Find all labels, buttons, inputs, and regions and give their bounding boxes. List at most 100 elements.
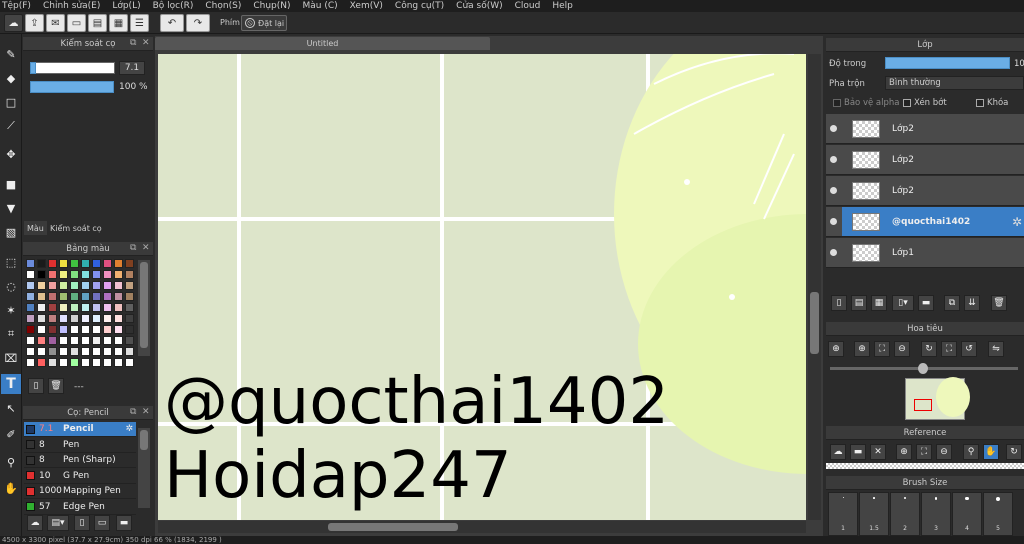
palette-swatch[interactable] [103, 347, 112, 356]
layer-row[interactable]: Lớp2 [826, 145, 1024, 175]
navigator-preview[interactable] [905, 377, 970, 420]
rotate-icon[interactable]: ↻ [1006, 444, 1022, 460]
palette-swatch[interactable] [37, 270, 46, 279]
brush-size-cell[interactable]: 2 [890, 492, 920, 536]
palette-swatch[interactable] [103, 270, 112, 279]
palette-swatch[interactable] [114, 314, 123, 323]
palette-swatch[interactable] [59, 314, 68, 323]
menu-item[interactable]: Chụp(N) [253, 1, 290, 11]
palette-swatch[interactable] [26, 303, 35, 312]
brush-size-cell[interactable]: 3 [921, 492, 951, 536]
eyedropper-icon[interactable]: ⚲ [1, 452, 21, 472]
palette-swatch[interactable] [125, 358, 134, 367]
document-icon[interactable]: ▤ [88, 14, 107, 32]
hand-icon[interactable]: ✋ [1, 478, 21, 498]
menu-item[interactable]: Xem(V) [350, 1, 383, 11]
palette-swatch[interactable] [103, 358, 112, 367]
move-icon[interactable]: ✥ [1, 144, 21, 164]
gradient-icon[interactable]: ▧ [1, 222, 21, 242]
palette-swatch[interactable] [37, 314, 46, 323]
palette-swatch[interactable] [92, 259, 101, 268]
palette-swatch[interactable] [92, 303, 101, 312]
layer-opacity-slider[interactable] [885, 57, 1010, 69]
operation-icon[interactable]: ↖ [1, 398, 21, 418]
zoom-out-icon[interactable]: ⊖ [936, 444, 952, 460]
shape-icon[interactable]: □ [1, 92, 21, 112]
fit-screen-icon[interactable]: ⛶ [941, 341, 957, 357]
palette-swatch[interactable] [26, 347, 35, 356]
hand-icon[interactable]: ✋ [983, 444, 999, 460]
palette-swatch[interactable] [125, 347, 134, 356]
cloud-brush-icon[interactable]: ☁ [27, 515, 43, 531]
cloud-icon[interactable]: ☁ [4, 14, 23, 32]
palette-swatch[interactable] [48, 347, 57, 356]
brush-item[interactable]: 57 Edge Pen [24, 500, 136, 515]
palette-swatch[interactable] [125, 259, 134, 268]
palette-swatch[interactable] [81, 325, 90, 334]
palette-swatch[interactable] [103, 336, 112, 345]
brush-size-cell[interactable]: 4 [952, 492, 982, 536]
palette-swatch[interactable] [103, 314, 112, 323]
export-icon[interactable]: ⇪ [25, 14, 44, 32]
close-icon[interactable]: ✕ [142, 243, 150, 253]
palette-swatch[interactable] [70, 336, 79, 345]
close-icon[interactable]: ✕ [142, 407, 150, 417]
text-tool-icon[interactable]: T [1, 374, 21, 394]
palette-swatch[interactable] [59, 292, 68, 301]
cloud-icon[interactable]: ☁ [830, 444, 846, 460]
palette-swatch[interactable] [125, 281, 134, 290]
palette-swatch[interactable] [125, 270, 134, 279]
brush-size-cell[interactable]: 1.5 [859, 492, 889, 536]
menu-item[interactable]: Màu (C) [303, 1, 338, 11]
palette-swatch[interactable] [92, 292, 101, 301]
layer-row[interactable]: @quocthai1402 ✲ [826, 207, 1024, 237]
layer-row[interactable]: Lớp1 [826, 238, 1024, 268]
palette-swatch[interactable] [125, 336, 134, 345]
bucket-icon[interactable]: ▼ [1, 198, 21, 218]
redo-icon[interactable]: ↷ [186, 14, 210, 32]
menu-item[interactable]: Chỉnh sửa(E) [43, 1, 100, 11]
palette-swatch[interactable] [92, 347, 101, 356]
undo-icon[interactable]: ↶ [160, 14, 184, 32]
palette-swatch[interactable] [26, 292, 35, 301]
brush-settings-icon[interactable]: ▯ [74, 515, 90, 531]
palette-swatch[interactable] [26, 281, 35, 290]
rotate-icon[interactable]: ↻ [921, 341, 937, 357]
float-icon[interactable]: ⧉ [130, 243, 136, 253]
palette-swatch[interactable] [92, 325, 101, 334]
palette-swatch[interactable] [81, 358, 90, 367]
new-layer-icon[interactable]: ▯ [831, 295, 847, 311]
palette-swatch[interactable] [103, 292, 112, 301]
brush-item[interactable]: 10 G Pen [24, 469, 136, 484]
palette-swatch[interactable] [114, 259, 123, 268]
flip-icon[interactable]: ⇋ [988, 341, 1004, 357]
canvas[interactable]: @quocthai1402 Hoidap247 [158, 54, 806, 520]
select-rect-icon[interactable]: ⬚ [1, 252, 21, 272]
palette-swatch[interactable] [48, 292, 57, 301]
palette-swatch[interactable] [114, 325, 123, 334]
palette-swatch[interactable] [81, 281, 90, 290]
brush-size-cell[interactable]: 1 [828, 492, 858, 536]
zoom-out-icon[interactable]: ⊖ [894, 341, 910, 357]
protect-alpha-checkbox[interactable]: Bảo vệ alpha [833, 98, 899, 108]
tab-color[interactable]: Màu [24, 221, 47, 235]
brush-item[interactable]: 7.1 Pencil ✲ [24, 422, 136, 437]
menu-item[interactable]: Cloud [515, 1, 541, 11]
menu-item[interactable]: Bộ lọc(R) [153, 1, 194, 11]
duplicate-layer-icon[interactable]: ⧉ [944, 295, 960, 311]
palette-swatch[interactable] [26, 358, 35, 367]
reset-button[interactable]: ⦸ Đặt lại [241, 15, 287, 31]
palette-swatch[interactable] [81, 292, 90, 301]
add-layer-menu-icon[interactable]: ▯▾ [892, 295, 914, 311]
palette-swatch[interactable] [125, 325, 134, 334]
palette-swatch[interactable] [92, 281, 101, 290]
palette-swatch[interactable] [70, 281, 79, 290]
zoom-slider-thumb[interactable] [918, 363, 928, 374]
divide-icon[interactable]: ✐ [1, 424, 21, 444]
palette-swatch[interactable] [103, 303, 112, 312]
palette-swatch[interactable] [70, 358, 79, 367]
zoom-in-icon[interactable]: ⊕ [854, 341, 870, 357]
clipping-checkbox[interactable]: Xén bớt [903, 98, 947, 108]
palette-swatch[interactable] [37, 303, 46, 312]
palette-swatch[interactable] [114, 292, 123, 301]
